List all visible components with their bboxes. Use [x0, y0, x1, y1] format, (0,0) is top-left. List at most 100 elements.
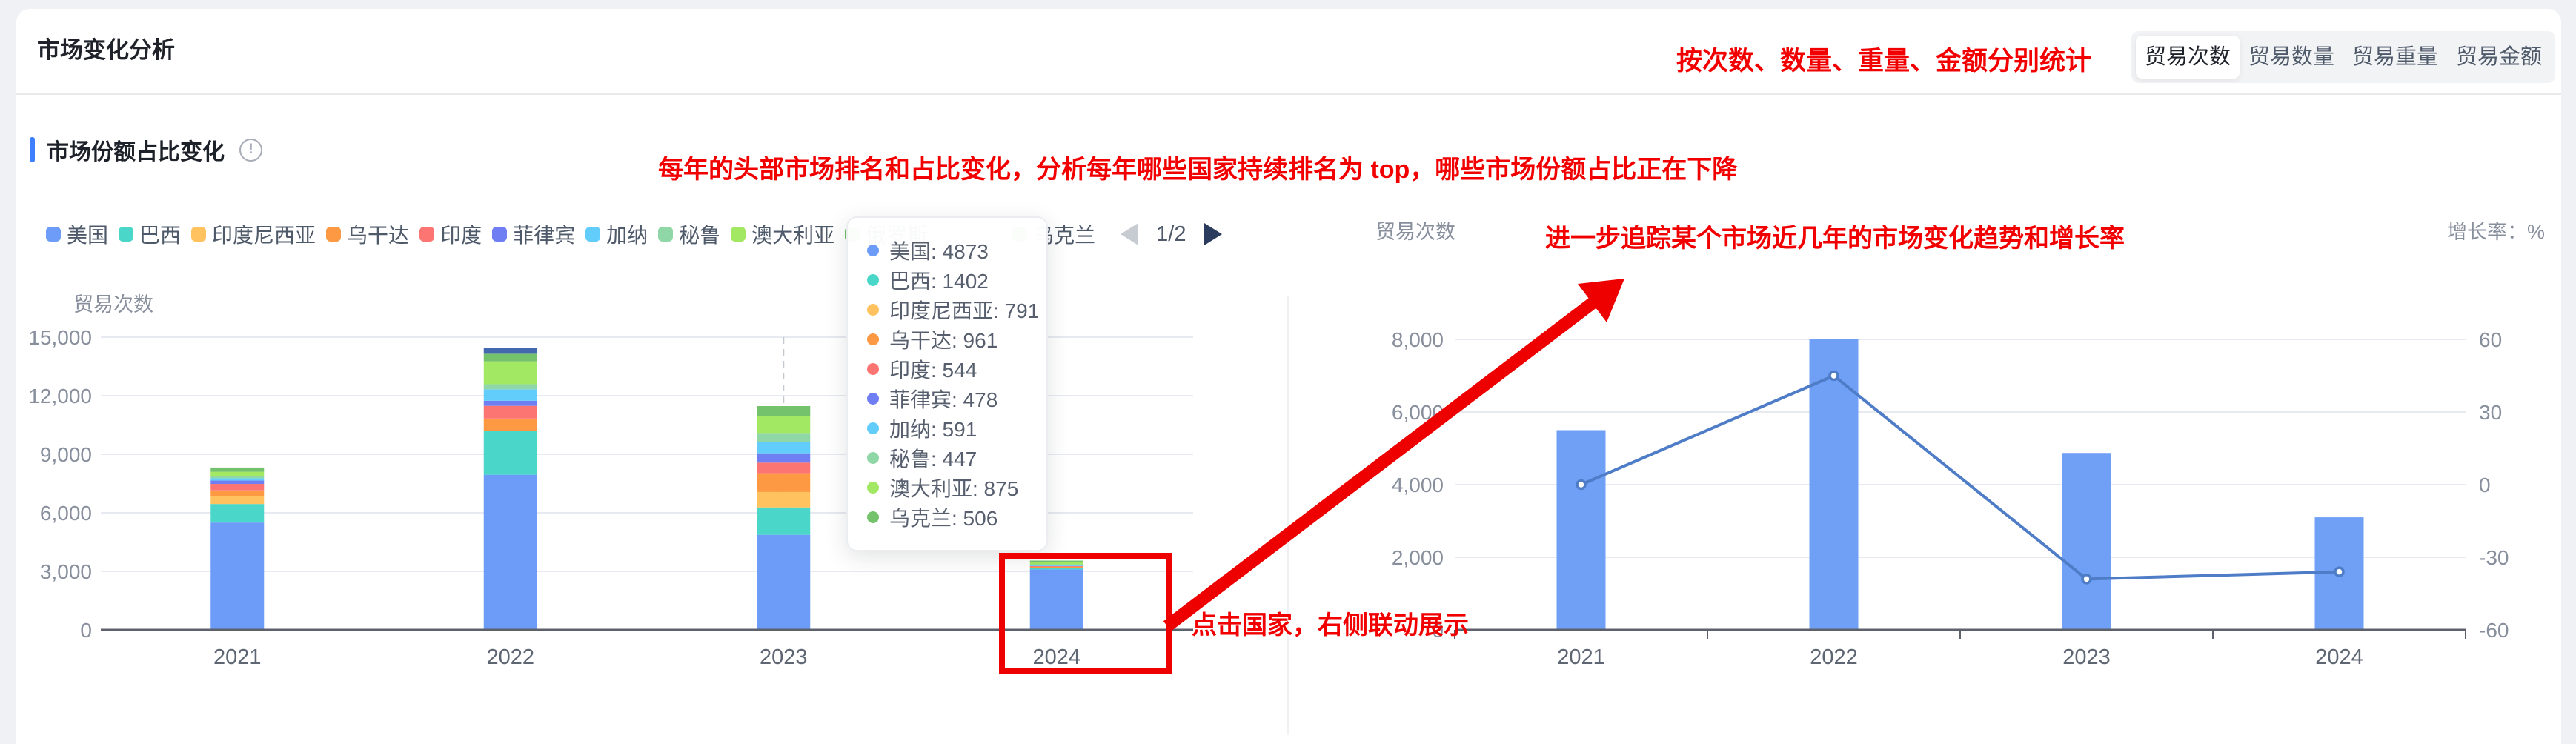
stacked-bar-segment-2021[interactable] [210, 481, 264, 484]
stacked-bar-segment-2021[interactable] [210, 496, 264, 505]
tooltip-series-value: 印度尼西亚: 791 [889, 295, 1039, 325]
legend-label: 美国 [67, 219, 108, 249]
tab-trade-count[interactable]: 贸易次数 [2136, 36, 2240, 79]
left-x-category-label: 2024 [1032, 645, 1080, 669]
stacked-bar-segment-2023[interactable] [757, 462, 810, 473]
stacked-bar-segment-2021[interactable] [210, 484, 264, 491]
legend-label: 印度 [440, 219, 482, 249]
stacked-bar-segment-2023[interactable] [757, 492, 810, 508]
right-y-right-tick-label: 30 [2479, 401, 2502, 424]
stacked-bar-segment-2022[interactable] [484, 401, 537, 406]
stacked-bar-segment-2022[interactable] [484, 475, 537, 630]
legend-item-4[interactable]: 印度 [419, 219, 482, 249]
left-y-tick-label: 15,000 [28, 326, 92, 349]
stacked-bar-segment-2024[interactable] [1030, 565, 1083, 566]
growth-line-point[interactable] [2082, 575, 2091, 583]
legend-swatch [326, 227, 341, 242]
legend-item-7[interactable]: 秘鲁 [658, 219, 720, 249]
legend-swatch [658, 227, 673, 242]
right-y-left-axis-name: 贸易次数 [1375, 221, 1455, 243]
right-y-right-axis-name: 增长率：% [2447, 221, 2545, 243]
stacked-bar-segment-2024[interactable] [1030, 562, 1083, 564]
stacked-bar-segment-2021[interactable] [210, 476, 264, 479]
legend-label: 印度尼西亚 [212, 219, 316, 249]
stacked-bar-segment-2023[interactable] [757, 442, 810, 454]
stacked-bar-segment-2022[interactable] [484, 362, 537, 385]
tab-trade-weight[interactable]: 贸易重量 [2343, 36, 2447, 79]
legend-label: 澳大利亚 [751, 219, 834, 249]
legend-next-arrow-icon[interactable] [1204, 223, 1222, 245]
stacked-bar-segment-2023[interactable] [757, 535, 810, 630]
growth-line-point[interactable] [2335, 568, 2343, 576]
left-y-tick-label: 9,000 [40, 443, 92, 466]
legend-item-6[interactable]: 加纳 [585, 219, 648, 249]
tooltip-series-dot [867, 363, 879, 375]
stacked-bar-segment-2024[interactable] [1030, 566, 1083, 567]
tooltip-series-value: 秘鲁: 447 [889, 443, 977, 473]
stacked-bar-segment-2021[interactable] [210, 522, 264, 630]
tooltip-series-dot [867, 422, 879, 434]
legend-prev-arrow-icon[interactable] [1121, 223, 1138, 245]
stacked-bar-segment-2023[interactable] [757, 474, 810, 492]
stacked-bar-segment-2021[interactable] [210, 468, 264, 472]
tooltip-series-value: 乌干达: 961 [889, 325, 997, 354]
legend-swatch [119, 227, 133, 242]
tooltip-row: 秘鲁: 447 [867, 443, 1027, 473]
growth-line-point[interactable] [1577, 481, 1585, 489]
stacked-bar-segment-2022[interactable] [484, 431, 537, 474]
stacked-bar-segment-2022[interactable] [484, 389, 537, 401]
legend-item-0[interactable]: 美国 [46, 219, 108, 249]
right-x-category-label: 2021 [1557, 645, 1605, 669]
stacked-bar-segment-2022[interactable] [484, 384, 537, 389]
left-y-tick-label: 3,000 [40, 560, 92, 583]
stacked-bar-segment-2021[interactable] [210, 478, 264, 480]
stacked-bar-segment-2022[interactable] [484, 406, 537, 419]
stacked-bar-segment-2021[interactable] [210, 472, 264, 476]
stacked-bar-segment-2023[interactable] [757, 433, 810, 442]
stacked-bar-segment-2023[interactable] [757, 406, 810, 416]
stacked-bar-segment-2021[interactable] [210, 491, 264, 496]
tooltip-series-value: 印度: 544 [889, 354, 977, 384]
tooltip-row: 乌克兰: 506 [867, 502, 1027, 532]
stacked-bar-segment-2024[interactable] [1030, 568, 1083, 570]
legend-item-2[interactable]: 印度尼西亚 [191, 219, 316, 249]
stacked-bar-segment-2024[interactable] [1030, 569, 1083, 630]
stacked-bar-segment-2024[interactable] [1030, 561, 1083, 562]
stacked-bar-segment-2022[interactable] [484, 348, 537, 353]
stacked-bar-segment-2024[interactable] [1030, 567, 1083, 568]
annotation-stat-note: 按次数、数量、重量、金额分别统计 [1676, 40, 2091, 78]
legend-label: 乌干达 [347, 219, 409, 249]
tooltip-series-dot [867, 274, 879, 286]
stacked-bar-segment-2023[interactable] [757, 416, 810, 433]
stacked-bar-segment-2022[interactable] [484, 419, 537, 431]
tooltip-series-dot [867, 245, 879, 256]
tooltip-series-dot [867, 333, 879, 345]
left-y-tick-label: 12,000 [28, 385, 92, 408]
legend-item-5[interactable]: 菲律宾 [492, 219, 575, 249]
legend-swatch [419, 227, 434, 242]
tab-trade-quantity[interactable]: 贸易数量 [2240, 36, 2343, 79]
left-x-category-label: 2022 [486, 645, 534, 669]
legend-item-3[interactable]: 乌干达 [326, 219, 409, 249]
tooltip-row: 印度尼西亚: 791 [867, 295, 1027, 325]
right-x-category-label: 2024 [2315, 645, 2363, 669]
right-y-right-tick-label: -60 [2479, 619, 2509, 642]
stacked-bar-segment-2023[interactable] [757, 508, 810, 535]
legend-item-1[interactable]: 巴西 [119, 219, 181, 249]
annotation-click-note: 点击国家，右侧联动展示 [1192, 605, 1469, 641]
stacked-bar-segment-2021[interactable] [210, 504, 264, 522]
stacked-bar-segment-2023[interactable] [757, 454, 810, 463]
annotation-market-note: 每年的头部市场排名和占比变化，分析每年哪些国家持续排名为 top，哪些市场份额占… [658, 149, 1737, 185]
tooltip-row: 美国: 4873 [867, 236, 1027, 265]
stacked-bar-segment-2022[interactable] [484, 353, 537, 361]
right-y-right-tick-label: -30 [2479, 546, 2509, 569]
trend-bar-2021[interactable] [1557, 431, 1606, 631]
legend-item-8[interactable]: 澳大利亚 [731, 219, 834, 249]
trend-bar-2023[interactable] [2062, 453, 2111, 630]
growth-line-point[interactable] [1830, 372, 1838, 380]
tooltip-row: 澳大利亚: 875 [867, 473, 1027, 502]
tab-trade-amount[interactable]: 贸易金额 [2447, 36, 2551, 79]
left-y-axis-name: 贸易次数 [73, 293, 153, 316]
legend-swatch [46, 227, 61, 242]
legend-label: 加纳 [606, 219, 648, 249]
